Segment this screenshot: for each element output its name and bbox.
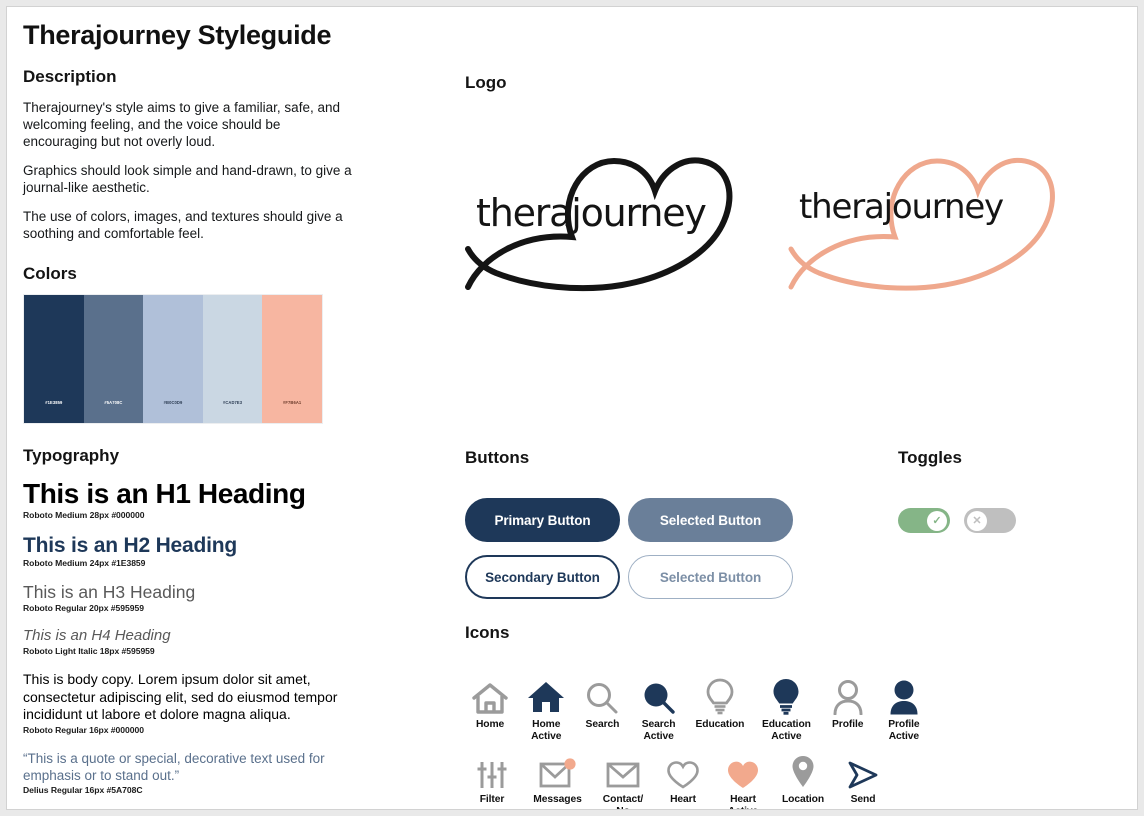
- icon-cell-heart-active[interactable]: Heart Active: [713, 750, 773, 809]
- h2-spec: Roboto Medium 24px #1E3859: [23, 558, 146, 568]
- icon-cell-search-active[interactable]: Search Active: [631, 675, 687, 742]
- styleguide-canvas: Therajourney Styleguide Description Ther…: [6, 6, 1138, 810]
- icon-label: Messages: [533, 794, 582, 805]
- icon-cell-education-active[interactable]: Education Active: [753, 675, 819, 742]
- icon-label: Profile Active: [888, 719, 920, 742]
- toggle-on[interactable]: ✓: [898, 508, 950, 533]
- icon-label: Education Active: [761, 719, 811, 742]
- h2-sample: This is an H2 Heading: [23, 534, 238, 557]
- h4-sample: This is an H4 Heading: [23, 627, 171, 644]
- icon-label: Filter: [479, 794, 505, 805]
- toggle-off[interactable]: ✕: [964, 508, 1016, 533]
- description-paragraph: The use of colors, images, and textures …: [23, 209, 343, 241]
- icon-cell-messages[interactable]: Messages: [522, 750, 593, 809]
- color-swatch: #1E3859: [24, 295, 84, 423]
- home-icon[interactable]: [471, 675, 509, 715]
- left-column: Description Therajourney's style aims to…: [23, 67, 353, 795]
- secondary-button[interactable]: Secondary Button: [465, 555, 620, 599]
- toggles-heading: Toggles: [898, 448, 962, 467]
- quote-spec: Delius Regular 16px #5A708C: [23, 784, 143, 795]
- icon-cell-filter[interactable]: Filter: [462, 750, 522, 809]
- logo-variants: therajourney therajourney: [462, 137, 1060, 302]
- icon-cell-contact-no-messages[interactable]: Contact/ No Messages: [593, 750, 653, 809]
- h1-spec: Roboto Medium 28px #000000: [23, 510, 145, 520]
- logo-heading: Logo: [465, 73, 507, 92]
- buttons-grid: Primary Button Selected Button Secondary…: [465, 498, 793, 599]
- color-swatch: #F7B6A1: [262, 295, 322, 423]
- icon-label: Contact/ No Messages: [602, 794, 644, 809]
- body-copy-spec: Roboto Regular 16px #000000: [23, 724, 144, 735]
- logo-wordmark: therajourney: [799, 187, 1004, 227]
- color-swatch-hex-label: #5A708C: [104, 400, 123, 405]
- education-icon[interactable]: [705, 675, 735, 715]
- icons-row-secondary: Filter Messages Contact/ No Messages Heart H…: [462, 750, 932, 809]
- body-copy-sample: This is body copy. Lorem ipsum dolor sit…: [23, 671, 338, 722]
- icon-label: Profile: [832, 719, 864, 730]
- h4-spec: Roboto Light Italic 18px #595959: [23, 646, 155, 656]
- typography-heading: Typography: [23, 446, 120, 465]
- selected-button[interactable]: Selected Button: [628, 498, 793, 542]
- description-heading: Description: [23, 67, 117, 86]
- contact-no-messages-icon[interactable]: [605, 750, 641, 790]
- filter-icon[interactable]: [476, 750, 508, 790]
- color-palette: #1E3859 #5A708C #B0C0D9 #CAD7E3 #F7B6A1: [23, 294, 323, 424]
- h3-sample: This is an H3 Heading: [23, 582, 196, 602]
- icon-label: Heart Active: [728, 794, 758, 809]
- color-swatch: #CAD7E3: [202, 295, 263, 423]
- color-swatch-hex-label: #1E3859: [45, 400, 63, 405]
- color-swatch-hex-label: #F7B6A1: [283, 400, 302, 405]
- icon-cell-profile[interactable]: Profile: [820, 675, 876, 742]
- color-swatch: #B0C0D9: [143, 295, 203, 423]
- icon-cell-search[interactable]: Search: [574, 675, 630, 742]
- icon-label: Home Active: [531, 719, 562, 742]
- buttons-heading: Buttons: [465, 448, 530, 467]
- icon-label: Search: [585, 719, 620, 730]
- icon-cell-profile-active[interactable]: Profile Active: [876, 675, 932, 742]
- close-icon: ✕: [967, 510, 987, 531]
- location-icon[interactable]: [790, 750, 816, 790]
- icon-cell-send[interactable]: Send: [833, 750, 893, 809]
- icons-row-primary: Home Home Active Search Search Active Educat…: [462, 675, 932, 742]
- search-icon[interactable]: [585, 675, 619, 715]
- icon-cell-education[interactable]: Education: [687, 675, 753, 742]
- profile-icon[interactable]: [832, 675, 864, 715]
- heart-icon[interactable]: [666, 750, 700, 790]
- logo-variant-dark: therajourney: [462, 137, 737, 302]
- icon-label: Education: [695, 719, 745, 730]
- icon-label: Send: [850, 794, 876, 805]
- description-paragraph: Therajourney's style aims to give a fami…: [23, 100, 340, 149]
- home-active-icon[interactable]: [526, 675, 566, 715]
- icon-label: Location: [781, 794, 825, 805]
- icon-cell-home[interactable]: Home: [462, 675, 518, 742]
- send-icon[interactable]: [846, 750, 880, 790]
- secondary-selected-button[interactable]: Selected Button: [628, 555, 793, 599]
- color-swatch-hex-label: #CAD7E3: [223, 400, 243, 405]
- icons-area: Home Home Active Search Search Active Educat…: [462, 675, 932, 809]
- quote-sample: “This is a quote or special, decorative …: [23, 750, 325, 783]
- icons-heading: Icons: [465, 623, 510, 642]
- logo-wordmark: therajourney: [476, 191, 707, 235]
- icon-label: Home: [475, 719, 505, 730]
- check-icon: ✓: [927, 510, 947, 531]
- icon-cell-home-active[interactable]: Home Active: [518, 675, 574, 742]
- description-paragraph: Graphics should look simple and hand-dra…: [23, 163, 352, 195]
- icon-label: Search Active: [641, 719, 676, 742]
- education-active-icon[interactable]: [771, 675, 801, 715]
- colors-heading: Colors: [23, 264, 77, 283]
- icon-cell-location[interactable]: Location: [773, 750, 833, 809]
- h1-sample: This is an H1 Heading: [23, 478, 306, 509]
- color-swatch-hex-label: #B0C0D9: [163, 400, 183, 405]
- icon-label: Heart: [670, 794, 696, 805]
- heart-active-icon[interactable]: [726, 750, 760, 790]
- icon-cell-heart[interactable]: Heart: [653, 750, 713, 809]
- profile-active-icon[interactable]: [888, 675, 920, 715]
- logo-variant-salmon: therajourney: [785, 137, 1060, 302]
- search-active-icon[interactable]: [642, 675, 676, 715]
- messages-icon[interactable]: [538, 750, 578, 790]
- h3-spec: Roboto Regular 20px #595959: [23, 603, 144, 613]
- toggles-row: ✓ ✕: [898, 508, 1016, 533]
- color-swatch: #5A708C: [83, 295, 144, 423]
- page-title: Therajourney Styleguide: [23, 20, 332, 50]
- primary-button[interactable]: Primary Button: [465, 498, 620, 542]
